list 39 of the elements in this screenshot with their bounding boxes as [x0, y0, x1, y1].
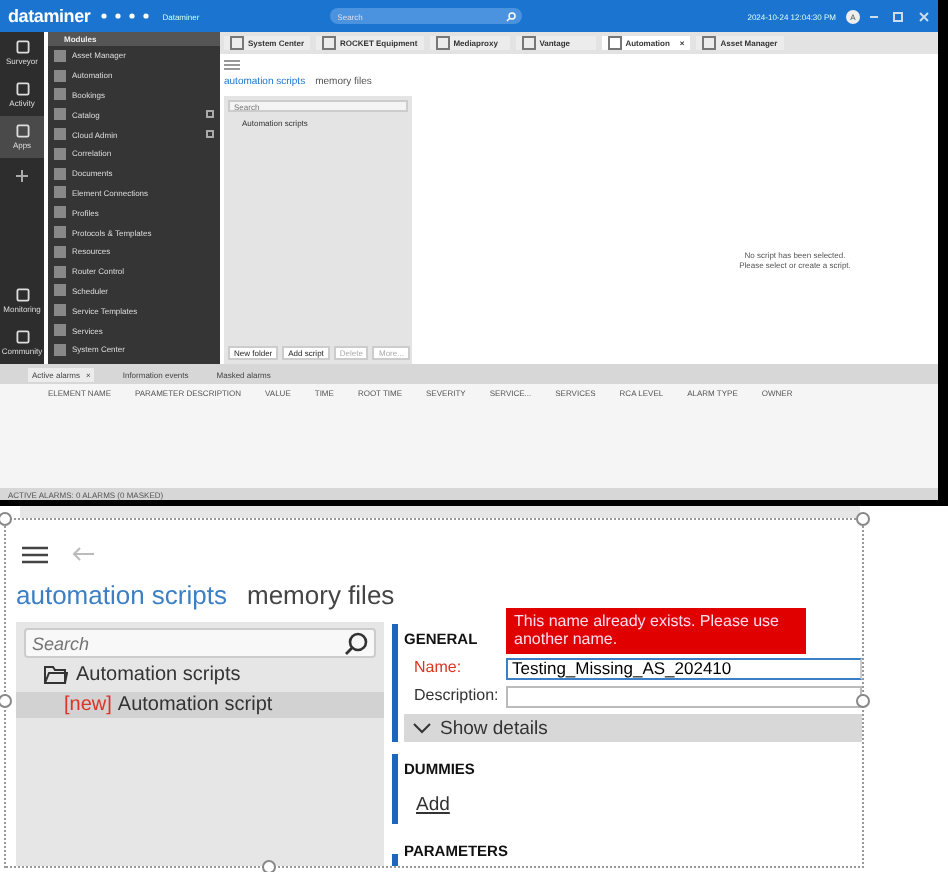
- section-marker: [392, 754, 398, 824]
- section-marker: [392, 624, 398, 742]
- show-details-expander[interactable]: Show details: [404, 714, 862, 742]
- tree-label: Automation scripts: [76, 664, 241, 686]
- square-icon: [15, 40, 29, 54]
- square-icon[interactable]: [206, 130, 214, 139]
- square-icon[interactable]: [206, 110, 214, 119]
- resize-handle[interactable]: [0, 693, 12, 707]
- tree-folder[interactable]: Automation scripts: [24, 662, 376, 688]
- resize-handle[interactable]: [0, 512, 12, 526]
- description-label: Description:: [414, 686, 501, 706]
- tree-item[interactable]: [new] Automation script: [16, 692, 384, 718]
- resize-handle[interactable]: [262, 860, 277, 872]
- window-controls-icon[interactable]: [870, 11, 930, 21]
- menu-icon[interactable]: [22, 545, 48, 563]
- folder-icon: [44, 666, 68, 684]
- chevron-icon: [412, 722, 432, 734]
- square-icon: [15, 124, 29, 138]
- view-tab[interactable]: memory files: [247, 580, 395, 610]
- tree-label: Automation script: [117, 694, 273, 716]
- name-label: Name:: [414, 658, 464, 678]
- name-field[interactable]: Testing_Missing_AS_202410: [506, 657, 862, 679]
- search-field[interactable]: Search: [24, 628, 376, 658]
- status-dots-icon: [100, 12, 153, 20]
- square-icon: [15, 82, 29, 96]
- description-field[interactable]: [506, 685, 862, 707]
- add-link[interactable]: Add: [404, 784, 450, 824]
- error-tooltip: This name already exists. Please use another name.: [506, 607, 806, 654]
- new-tag: [new]: [64, 694, 112, 716]
- back-arrow-icon[interactable]: [72, 546, 94, 562]
- add-icon[interactable]: [16, 170, 28, 182]
- section-marker: [392, 854, 398, 866]
- view-tab[interactable]: automation scripts: [16, 580, 227, 610]
- resize-handle[interactable]: [856, 693, 870, 707]
- search-icon[interactable]: [344, 631, 368, 655]
- square-icon: [15, 330, 29, 344]
- logo: dataminer: [8, 6, 91, 26]
- resize-handle[interactable]: [856, 512, 870, 526]
- square-icon: [15, 288, 29, 302]
